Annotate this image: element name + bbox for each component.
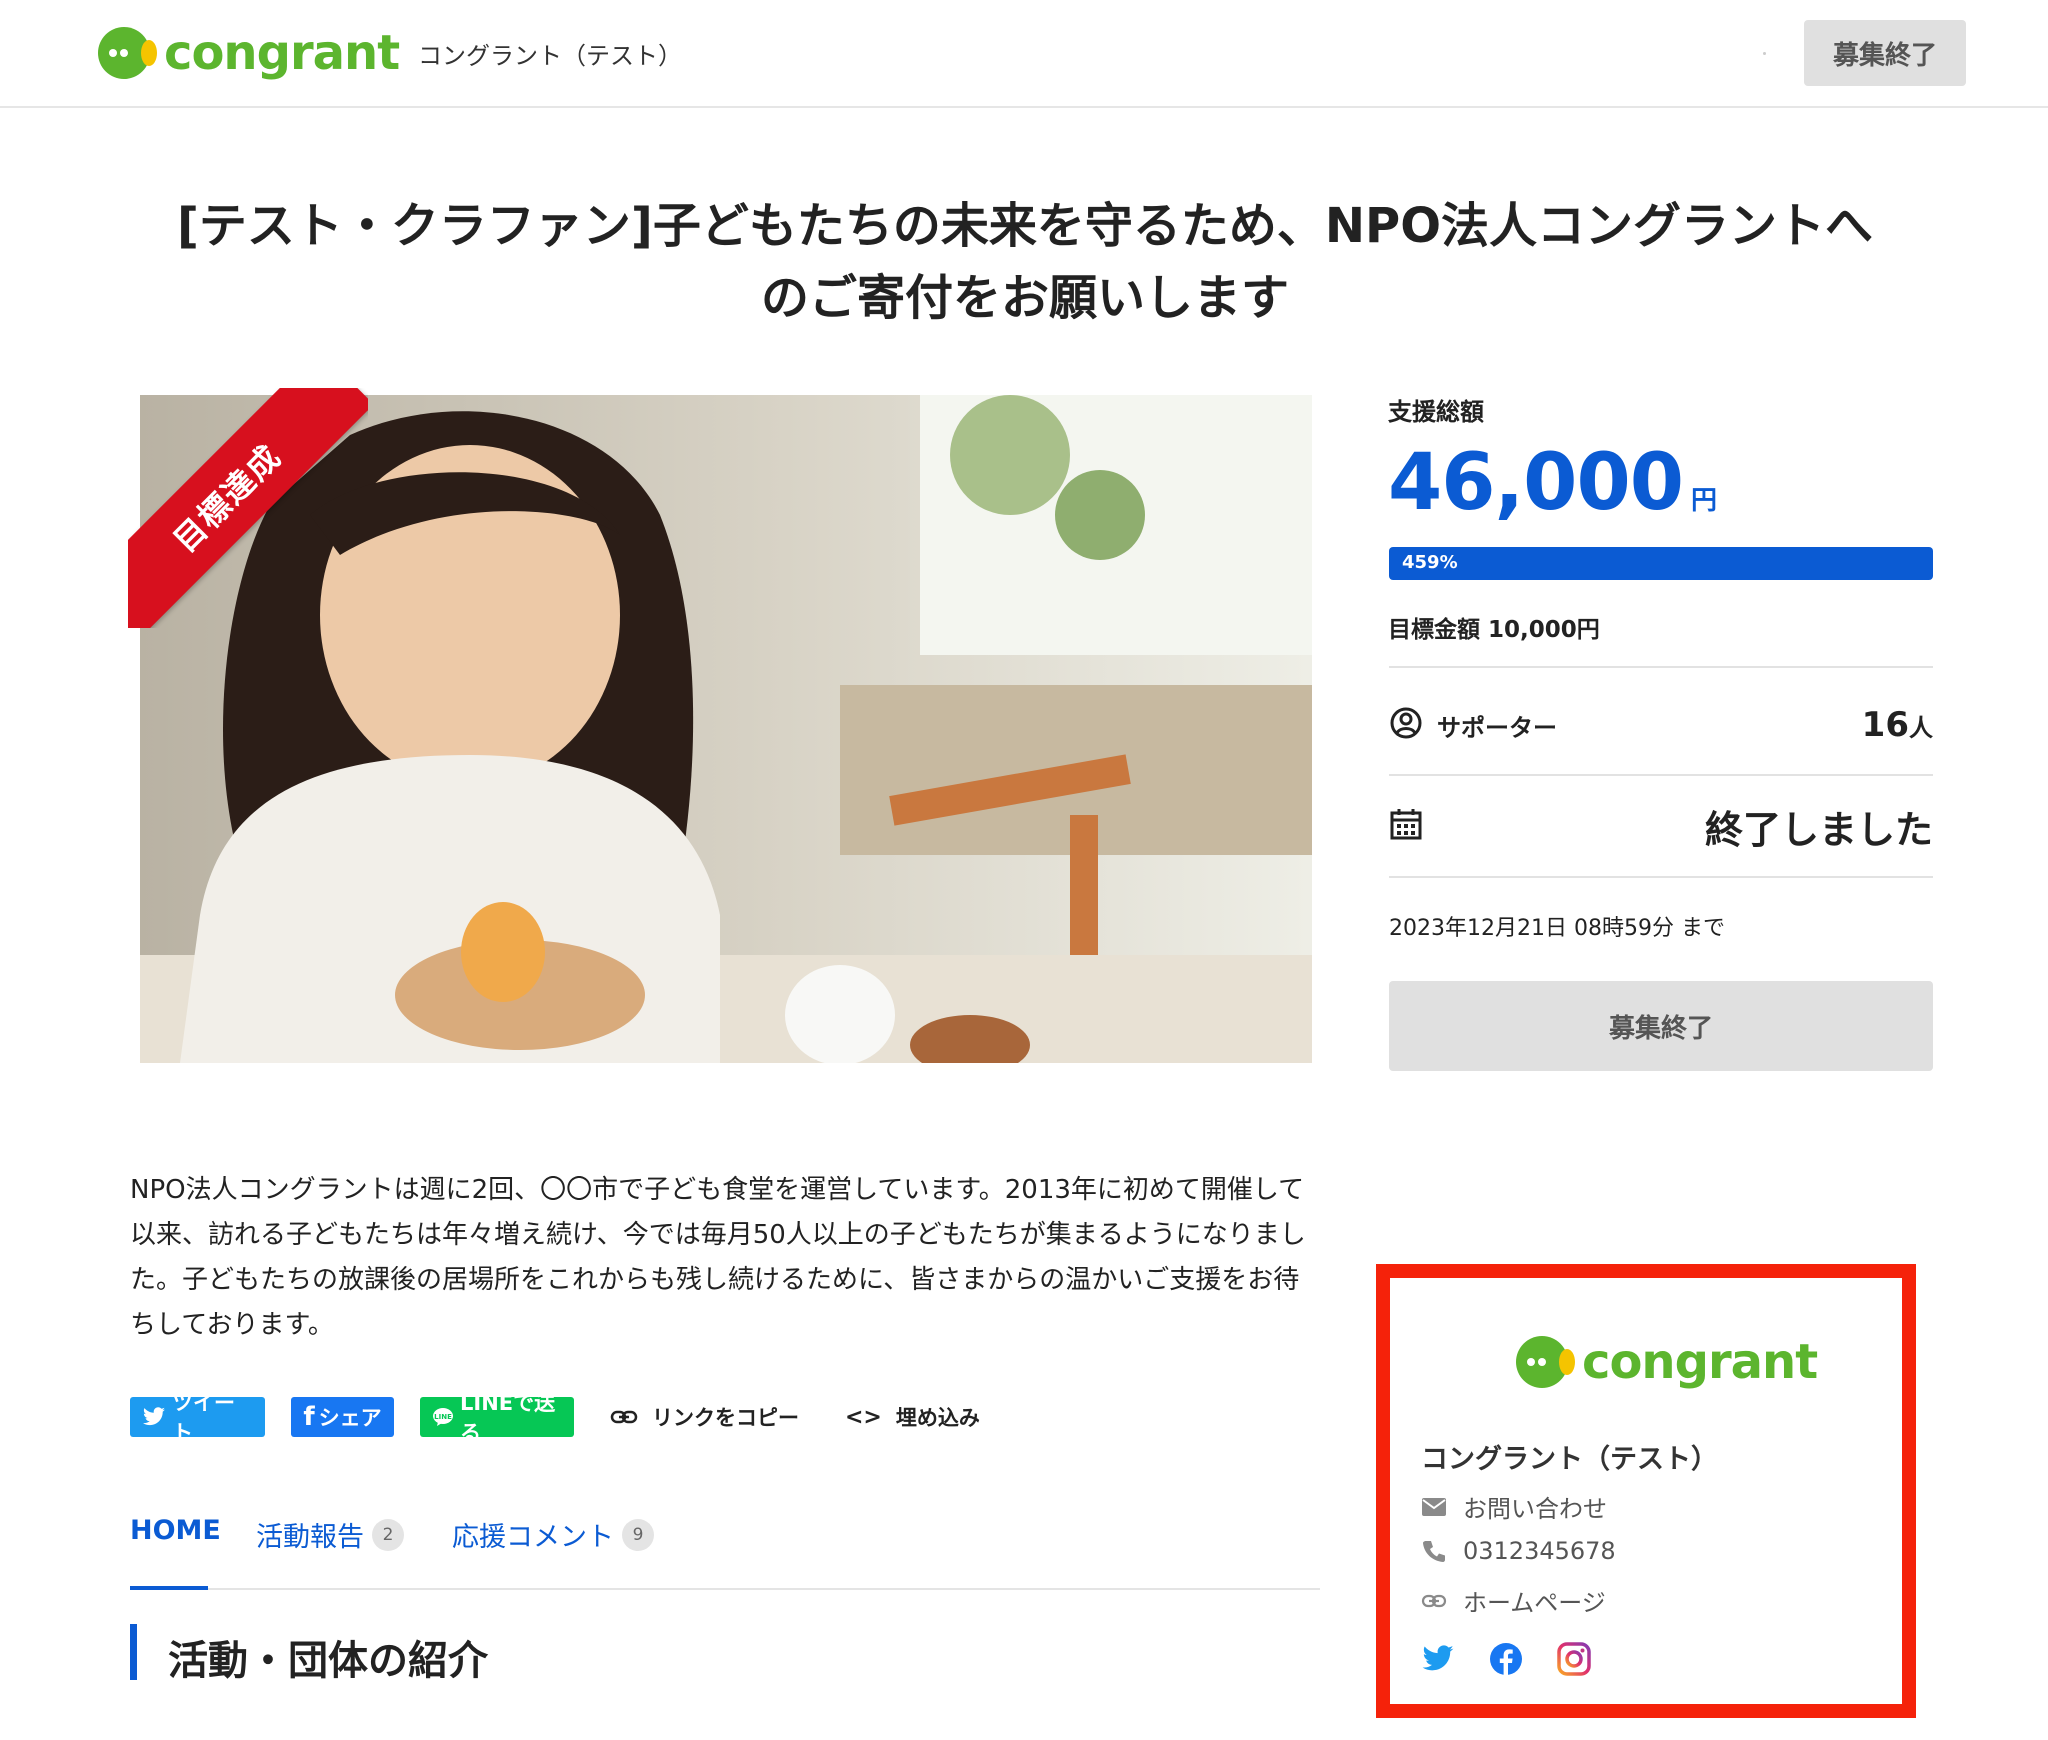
tweet-button[interactable]: ツイート — [130, 1391, 265, 1445]
end-status-row: 終了しました — [1389, 798, 1933, 854]
header-org-name[interactable]: コングラント（テスト） — [418, 36, 682, 71]
embed-button[interactable]: <> 埋め込み — [845, 1402, 980, 1432]
funding-progress-bar — [1389, 547, 1933, 580]
phone-number: 0312345678 — [1463, 1537, 1616, 1565]
logo-wordmark: congrant — [1582, 1334, 1818, 1390]
end-status-text: 終了しました — [1704, 807, 1933, 852]
support-comments-count-badge: 9 — [622, 1518, 654, 1551]
supporters-label: サポーター — [1437, 713, 1557, 742]
social-links — [1421, 1642, 1591, 1676]
tweet-label: ツイート — [172, 1391, 235, 1445]
total-amount: 46,000 円 — [1388, 438, 1717, 528]
link-icon — [610, 1409, 638, 1425]
tab-home-active-indicator — [130, 1586, 208, 1590]
contact-link[interactable]: お問い合わせ — [1421, 1489, 1607, 1524]
facebook-icon[interactable] — [1489, 1642, 1523, 1676]
divider — [1389, 774, 1933, 776]
activity-reports-count-badge: 2 — [372, 1518, 404, 1551]
supporters-row: サポーター 16 人 — [1389, 700, 1933, 750]
congrant-logo-mark-icon — [96, 22, 158, 84]
organization-logo: congrant — [1514, 1331, 1818, 1393]
total-amount-label: 支援総額 — [1388, 398, 1484, 426]
header-closed-button[interactable]: 募集終了 — [1804, 20, 1966, 86]
copy-link-button[interactable]: リンクをコピー — [610, 1402, 799, 1432]
phone-row[interactable]: 0312345678 — [1421, 1537, 1616, 1565]
tabs-divider — [130, 1588, 1320, 1590]
line-icon: LINE — [432, 1407, 454, 1427]
svg-text:LINE: LINE — [434, 1413, 452, 1421]
phone-icon — [1421, 1539, 1447, 1563]
total-amount-unit: 円 — [1691, 486, 1718, 516]
tab-activity-reports[interactable]: 活動報告 2 — [256, 1515, 404, 1554]
tab-home[interactable]: HOME — [130, 1515, 221, 1546]
facebook-share-label: シェア — [318, 1406, 382, 1430]
twitter-bird-icon — [142, 1407, 166, 1427]
homepage-label: ホームページ — [1463, 1589, 1606, 1617]
funding-progress-fill — [1389, 547, 1933, 580]
link-icon — [1421, 1593, 1447, 1609]
closed-button[interactable]: 募集終了 — [1389, 981, 1933, 1071]
twitter-icon[interactable] — [1421, 1645, 1455, 1673]
divider — [1389, 666, 1933, 668]
divider — [1389, 876, 1933, 878]
tab-support-comments-label: 応援コメント — [452, 1522, 614, 1553]
code-brackets-icon: <> — [845, 1404, 882, 1430]
goal-achieved-badge: 目標達成 — [128, 388, 368, 628]
embed-label: 埋め込み — [895, 1406, 980, 1430]
organization-name: コングラント（テスト） — [1421, 1444, 1718, 1475]
congrant-logo-mark-icon — [1514, 1331, 1576, 1393]
supporters-unit: 人 — [1909, 714, 1933, 742]
facebook-f-icon: f — [303, 1402, 315, 1432]
project-description: NPO法人コングラントは週に2回、〇〇市で子ども食堂を運営しています。2013年… — [130, 1175, 1306, 1340]
funding-progress-percent: 459% — [1402, 552, 1458, 573]
header-divider-dot — [1763, 52, 1766, 55]
deadline-text: 2023年12月21日 08時59分 まで — [1389, 916, 1725, 941]
homepage-link[interactable]: ホームページ — [1421, 1583, 1606, 1618]
project-title: [テスト・クラファン]子どもたちの未来を守るため、NPO法人コングラントへ のご… — [130, 190, 1920, 334]
tab-support-comments[interactable]: 応援コメント 9 — [452, 1515, 654, 1554]
congrant-logo[interactable]: congrant — [96, 22, 400, 84]
total-amount-value: 46,000 — [1388, 438, 1684, 528]
contact-label: お問い合わせ — [1463, 1495, 1607, 1523]
calendar-icon — [1389, 807, 1423, 845]
project-title-line-1: [テスト・クラファン]子どもたちの未来を守るため、NPO法人コングラントへ — [176, 198, 1874, 254]
goal-achieved-ribbon: 目標達成 — [128, 388, 368, 628]
user-circle-icon — [1389, 706, 1423, 744]
logo-wordmark: congrant — [164, 25, 400, 81]
instagram-icon[interactable] — [1557, 1642, 1591, 1676]
line-share-button[interactable]: LINE LINEで送る — [420, 1391, 574, 1445]
section-heading: 活動・団体の紹介 — [168, 1638, 488, 1684]
mail-icon — [1421, 1497, 1447, 1517]
line-share-label: LINEで送る — [460, 1391, 556, 1445]
facebook-share-button[interactable]: f シェア — [291, 1397, 394, 1437]
copy-link-label: リンクをコピー — [652, 1406, 799, 1430]
project-title-line-2: のご寄付をお願いします — [760, 270, 1289, 326]
supporters-count: 16 — [1861, 705, 1909, 745]
tab-activity-reports-label: 活動報告 — [256, 1522, 364, 1553]
section-heading-accent — [130, 1624, 137, 1680]
goal-amount: 目標金額 10,000円 — [1388, 617, 1600, 643]
